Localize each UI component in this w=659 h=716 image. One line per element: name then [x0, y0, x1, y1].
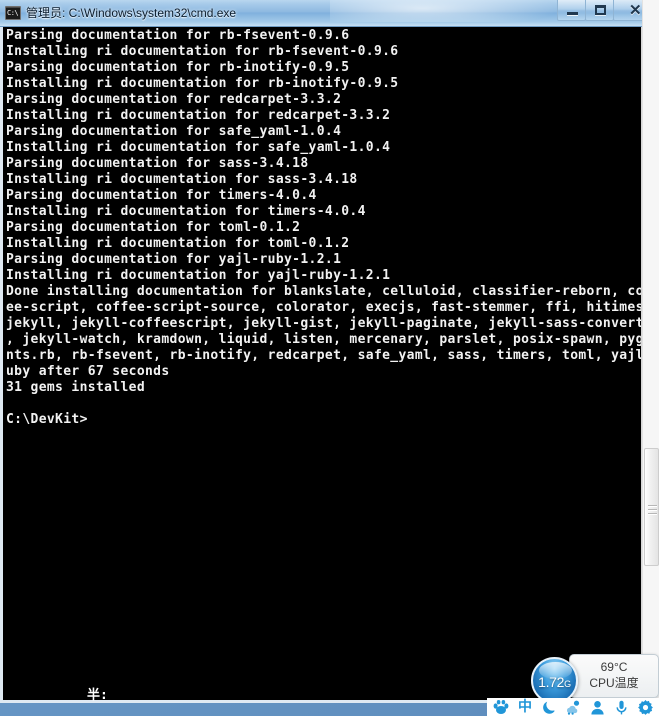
- console-line: Installing ri documentation for rb-inoti…: [6, 76, 399, 91]
- memory-usage-value: 1.72G: [533, 674, 576, 690]
- page-scrollbar[interactable]: [642, 0, 659, 716]
- console-line: ee-script, coffee-script-source, colorat…: [6, 300, 652, 315]
- console-text: Parsing documentation for rb-fsevent-0.9…: [6, 28, 659, 428]
- console-line: uby after 67 seconds: [6, 364, 170, 379]
- weather-icon[interactable]: [562, 698, 584, 716]
- input-mode-chinese-icon[interactable]: 中: [514, 698, 536, 716]
- console-line: Parsing documentation for sass-3.4.18: [6, 156, 309, 171]
- console-line: Parsing documentation for rb-fsevent-0.9…: [6, 28, 350, 43]
- console-line: , jekyll-watch, kramdown, liquid, listen…: [6, 332, 659, 347]
- console-line: nts.rb, rb-fsevent, rb-inotify, redcarpe…: [6, 348, 659, 363]
- cpu-temperature-value: 69°C: [600, 660, 628, 674]
- scrollbar-grip-line: [648, 509, 657, 510]
- titlebar-left-group: 管理员: C:\Windows\system32\cmd.exe: [5, 4, 236, 21]
- console-line: Parsing documentation for toml-0.1.2: [6, 220, 301, 235]
- window-title: 管理员: C:\Windows\system32\cmd.exe: [26, 6, 237, 20]
- memory-usage-unit: G: [564, 679, 571, 689]
- settings-icon[interactable]: [634, 698, 656, 716]
- console-line: jekyll, jekyll-coffeescript, jekyll-gist…: [6, 316, 659, 331]
- sogou-logo-icon[interactable]: [490, 698, 512, 716]
- console-line: 31 gems installed: [6, 380, 146, 395]
- input-mode-chinese-label: 中: [518, 699, 532, 715]
- page-scrollbar-thumb[interactable]: [644, 448, 659, 566]
- console-line: Installing ri documentation for yajl-rub…: [6, 268, 391, 283]
- console-line: Done installing documentation for blanks…: [6, 284, 659, 299]
- maximize-icon: [595, 5, 606, 15]
- window-titlebar[interactable]: 管理员: C:\Windows\system32\cmd.exe ✕: [0, 0, 659, 27]
- minimize-button[interactable]: [557, 0, 586, 21]
- cpu-temperature-gadget[interactable]: 69°C CPU温度 1.72G: [531, 654, 659, 704]
- sogou-ime-toolbar[interactable]: 中: [487, 698, 659, 716]
- cpu-temperature-label: CPU温度: [589, 676, 639, 690]
- console-line: Installing ri documentation for safe_yam…: [6, 140, 391, 155]
- console-line: Installing ri documentation for redcarpe…: [6, 108, 391, 123]
- console-line: Installing ri documentation for timers-4…: [6, 204, 366, 219]
- console-line: Installing ri documentation for rb-fseve…: [6, 44, 399, 59]
- memory-usage-number: 1.72: [538, 674, 565, 690]
- console-line: Installing ri documentation for sass-3.4…: [6, 172, 358, 187]
- cmd-icon[interactable]: [5, 5, 21, 20]
- console-line: Installing ri documentation for toml-0.1…: [6, 236, 350, 251]
- console-line: C:\DevKit>: [6, 412, 88, 427]
- console-line: Parsing documentation for safe_yaml-1.0.…: [6, 124, 342, 139]
- console-line: Parsing documentation for timers-4.0.4: [6, 188, 317, 203]
- user-icon[interactable]: [586, 698, 608, 716]
- cpu-tooltip: 69°C CPU温度: [569, 654, 659, 698]
- microphone-icon[interactable]: [610, 698, 632, 716]
- console-line: Parsing documentation for redcarpet-3.3.…: [6, 92, 342, 107]
- console-line: Parsing documentation for yajl-ruby-1.2.…: [6, 252, 342, 267]
- command-prompt-window: 管理员: C:\Windows\system32\cmd.exe ✕ Parsi…: [0, 0, 659, 706]
- console-output-area[interactable]: Parsing documentation for rb-fsevent-0.9…: [0, 27, 659, 703]
- ime-echo-text: 半:: [87, 688, 108, 703]
- close-icon: ✕: [629, 2, 642, 19]
- memory-usage-orb[interactable]: 1.72G: [531, 657, 578, 704]
- scrollbar-grip-line: [648, 513, 657, 514]
- minimize-icon: [567, 12, 578, 15]
- moon-icon[interactable]: [538, 698, 560, 716]
- maximize-button[interactable]: [585, 0, 614, 21]
- console-line: Parsing documentation for rb-inotify-0.9…: [6, 60, 350, 75]
- scrollbar-grip-line: [648, 505, 657, 506]
